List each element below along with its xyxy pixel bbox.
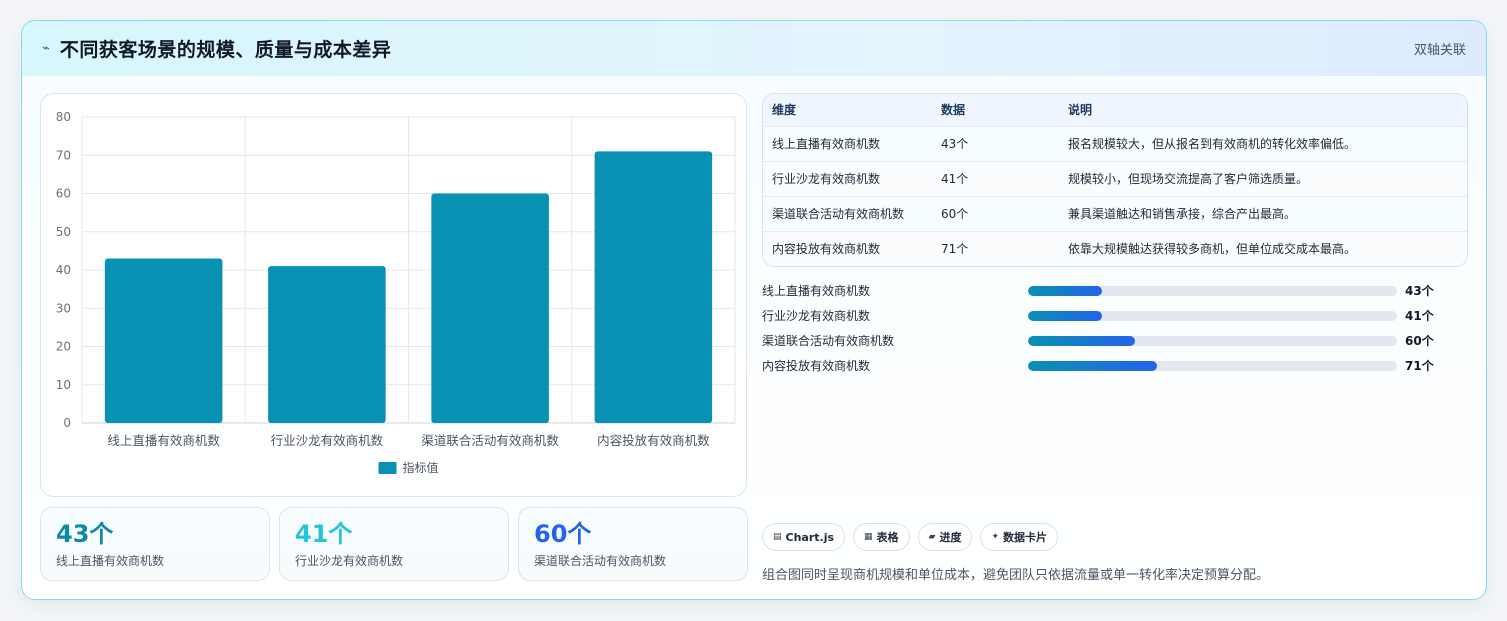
progress-row: 线上直播有效商机数 43个 <box>762 278 1468 303</box>
progress-value: 41个 <box>1405 309 1434 323</box>
chip-table[interactable]: ▦ 表格 <box>853 523 910 551</box>
card-icon: ✦ <box>991 532 1000 542</box>
progress-fill <box>1028 310 1102 321</box>
bar <box>431 193 549 423</box>
progress-row: 行业沙龙有效商机数 41个 <box>762 303 1468 328</box>
table-row: 渠道联合活动有效商机数 60个 兼具渠道触达和销售承接，综合产出最高。 <box>763 196 1467 231</box>
data-table-card: 维度 数据 说明 线上直播有效商机数 43个 报名规模较大，但从报名到有效商机的… <box>762 93 1468 267</box>
y-tick-label: 20 <box>56 340 71 354</box>
x-tick-label: 内容投放有效商机数 <box>597 433 710 448</box>
stat-value: 43个 <box>56 520 114 548</box>
progress-label: 行业沙龙有效商机数 <box>762 309 871 323</box>
progress-row: 内容投放有效商机数 71个 <box>762 353 1468 378</box>
stat-value: 60个 <box>534 520 592 548</box>
stat-card-live: 43个 线上直播有效商机数 <box>40 507 270 581</box>
progress-icon: ▰ <box>928 532 936 542</box>
progress-fill <box>1028 285 1102 296</box>
stat-card-channel: 60个 渠道联合活动有效商机数 <box>518 507 748 581</box>
stat-label: 线上直播有效商机数 <box>56 554 165 568</box>
progress-track <box>1028 310 1397 321</box>
progress-track <box>1028 335 1397 346</box>
progress-value: 43个 <box>1405 284 1434 298</box>
x-tick-label: 线上直播有效商机数 <box>107 433 220 448</box>
data-table: 维度 数据 说明 线上直播有效商机数 43个 报名规模较大，但从报名到有效商机的… <box>763 94 1467 266</box>
table-cell-data: 41个 <box>941 172 969 186</box>
y-tick-label: 60 <box>56 187 71 201</box>
bar-chart: 0 10 20 30 40 50 60 70 80 线上直播有效商机数 行业沙龙有效商机数 渠道联合活… <box>56 110 736 475</box>
progress-row: 渠道联合活动有效商机数 60个 <box>762 328 1468 353</box>
table-cell-note: 依靠大规模触达获得较多商机，但单位成交成本最高。 <box>1068 242 1357 257</box>
table-cell-note: 兼具渠道触达和销售承接，综合产出最高。 <box>1068 207 1297 221</box>
stat-card-salon: 41个 行业沙龙有效商机数 <box>279 507 509 581</box>
footnote: 组合图同时呈现商机规模和单位成本，避免团队只依据流量或单一转化率决定预算分配。 <box>762 568 1270 583</box>
chart-card: 0 10 20 30 40 50 60 70 80 线上直播有效商机数 行业沙龙有效商机数 渠道联合活… <box>40 93 747 497</box>
progress-label: 线上直播有效商机数 <box>762 284 871 298</box>
y-tick-label: 70 <box>56 148 71 162</box>
progress-label: 渠道联合活动有效商机数 <box>762 334 895 348</box>
y-tick-label: 30 <box>56 301 71 315</box>
y-tick-label: 50 <box>56 225 71 239</box>
table-row: 行业沙龙有效商机数 41个 规模较小，但现场交流提高了客户筛选质量。 <box>763 161 1467 196</box>
chip-data-card[interactable]: ✦ 数据卡片 <box>980 523 1059 551</box>
chip-label: 表格 <box>876 531 899 544</box>
progress-value: 71个 <box>1405 359 1434 373</box>
view-chips: ▤ Chart.js ▦ 表格 ▰ 进度 ✦ 数据卡片 <box>762 523 1059 551</box>
progress-fill <box>1028 335 1135 346</box>
table-header-dimension: 维度 <box>772 103 797 118</box>
stat-label: 行业沙龙有效商机数 <box>295 554 404 568</box>
legend-swatch <box>378 462 397 474</box>
table-header-data: 数据 <box>941 103 966 118</box>
y-tick-label: 10 <box>56 378 71 392</box>
chip-label: 进度 <box>939 531 962 544</box>
panel-header: ⌁ 不同获客场景的规模、质量与成本差异 双轴关联 <box>22 21 1486 76</box>
table-cell-dimension: 渠道联合活动有效商机数 <box>772 207 905 221</box>
chip-label: 数据卡片 <box>1003 531 1048 544</box>
progress-list: 线上直播有效商机数 43个 行业沙龙有效商机数 41个 渠道联合活动有效商机数 … <box>762 278 1468 378</box>
stat-value: 41个 <box>295 520 353 548</box>
table-cell-dimension: 内容投放有效商机数 <box>772 242 881 257</box>
chip-chartjs[interactable]: ▤ Chart.js <box>762 523 846 551</box>
title-wrap: ⌁ 不同获客场景的规模、质量与成本差异 <box>42 35 391 62</box>
bar <box>104 258 223 423</box>
progress-value: 60个 <box>1405 334 1434 348</box>
table-cell-note: 报名规模较大，但从报名到有效商机的转化效率偏低。 <box>1068 137 1357 151</box>
bar <box>268 266 386 423</box>
chip-progress[interactable]: ▰ 进度 <box>917 523 973 551</box>
dual-axis-tag: 双轴关联 <box>1413 43 1466 58</box>
stat-label: 渠道联合活动有效商机数 <box>534 554 667 568</box>
table-cell-data: 43个 <box>941 137 969 151</box>
table-cell-data: 60个 <box>941 207 969 221</box>
table-header-row: 维度 数据 说明 <box>763 94 1467 126</box>
table-header-note: 说明 <box>1068 103 1093 118</box>
table-cell-data: 71个 <box>941 242 969 257</box>
table-cell-note: 规模较小，但现场交流提高了客户筛选质量。 <box>1068 172 1309 186</box>
table-row: 线上直播有效商机数 43个 报名规模较大，但从报名到有效商机的转化效率偏低。 <box>763 126 1467 161</box>
table-row: 内容投放有效商机数 71个 依靠大规模触达获得较多商机，但单位成交成本最高。 <box>763 231 1467 266</box>
progress-track <box>1028 285 1397 296</box>
progress-fill <box>1028 360 1158 371</box>
progress-track <box>1028 360 1397 371</box>
y-tick-label: 80 <box>56 110 71 124</box>
x-tick-label: 渠道联合活动有效商机数 <box>421 433 559 448</box>
y-tick-label: 40 <box>56 263 71 277</box>
table-icon: ▦ <box>864 532 873 542</box>
scenario-panel: ⌁ 不同获客场景的规模、质量与成本差异 双轴关联 0 10 20 30 40 50 60 70… <box>21 20 1487 600</box>
panel-title: 不同获客场景的规模、质量与成本差异 <box>59 39 392 61</box>
chip-label: Chart.js <box>785 530 835 544</box>
chart-icon: ▤ <box>773 532 782 542</box>
progress-label: 内容投放有效商机数 <box>762 359 871 373</box>
x-tick-label: 行业沙龙有效商机数 <box>271 433 384 448</box>
y-tick-label: 0 <box>63 416 71 430</box>
sparkline-icon: ⌁ <box>42 41 50 56</box>
legend-label: 指标值 <box>403 460 439 475</box>
table-cell-dimension: 行业沙龙有效商机数 <box>772 172 881 186</box>
bar <box>594 151 713 424</box>
table-cell-dimension: 线上直播有效商机数 <box>772 137 881 151</box>
